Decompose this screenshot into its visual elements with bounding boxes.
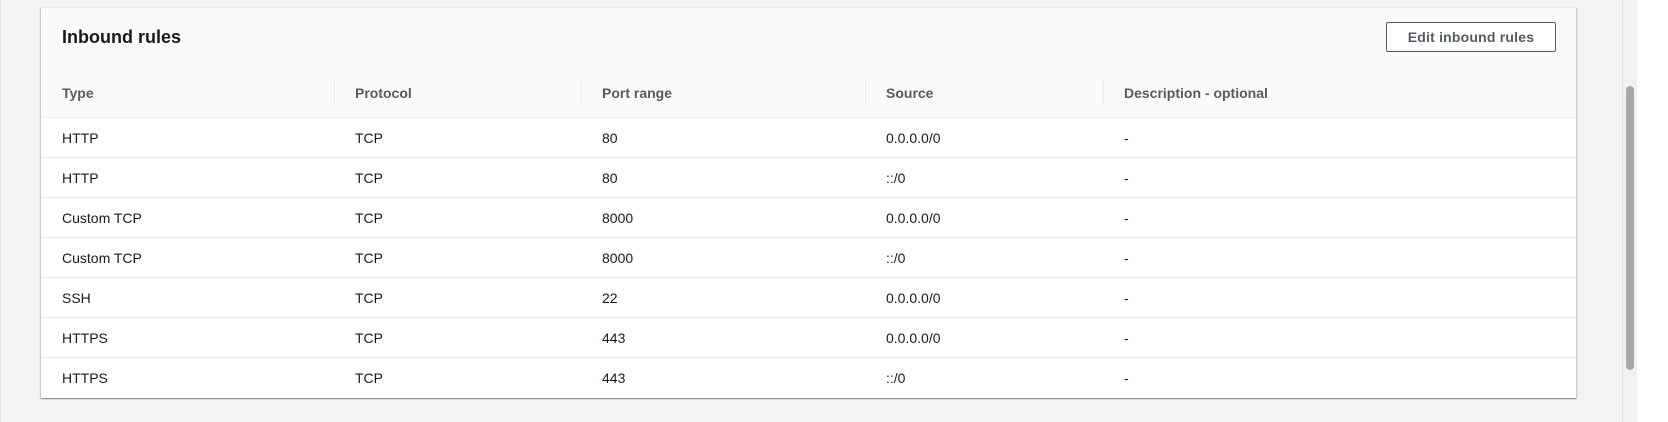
- vertical-scrollbar[interactable]: [1622, 0, 1638, 422]
- cell-source: ::/0: [886, 169, 906, 186]
- cell-type: HTTP: [62, 129, 99, 146]
- cell-protocol: TCP: [355, 369, 383, 386]
- scrollbar-thumb[interactable]: [1626, 86, 1634, 370]
- inbound-rules-panel: Inbound rules Edit inbound rules Type Pr…: [41, 7, 1576, 398]
- cell-type: Custom TCP: [62, 209, 142, 226]
- cell-port-range: 443: [602, 329, 626, 346]
- column-header-port-range[interactable]: Port range: [602, 68, 672, 117]
- panel-header: Inbound rules Edit inbound rules: [41, 8, 1576, 69]
- table-row: HTTP TCP 80 0.0.0.0/0 -: [41, 118, 1576, 158]
- cell-description: -: [1124, 129, 1129, 146]
- table-row: HTTP TCP 80 ::/0 -: [41, 158, 1576, 198]
- table-header: Type Protocol Port range Source Descript…: [41, 68, 1576, 118]
- cell-description: -: [1124, 249, 1129, 266]
- column-header-source[interactable]: Source: [886, 68, 933, 117]
- cell-port-range: 80: [602, 129, 618, 146]
- cell-description: -: [1124, 289, 1129, 306]
- cell-source: 0.0.0.0/0: [886, 129, 941, 146]
- cell-source: 0.0.0.0/0: [886, 329, 941, 346]
- cell-description: -: [1124, 169, 1129, 186]
- window-edge: [1637, 0, 1668, 422]
- column-header-type[interactable]: Type: [62, 68, 94, 117]
- inbound-rules-table: Type Protocol Port range Source Descript…: [41, 68, 1576, 397]
- cell-protocol: TCP: [355, 289, 383, 306]
- column-header-description[interactable]: Description - optional: [1124, 68, 1268, 117]
- cell-type: HTTP: [62, 169, 99, 186]
- cell-protocol: TCP: [355, 329, 383, 346]
- cell-source: ::/0: [886, 249, 906, 266]
- cell-port-range: 443: [602, 369, 626, 386]
- table-row: Custom TCP TCP 8000 ::/0 -: [41, 238, 1576, 278]
- panel-title: Inbound rules: [62, 27, 181, 47]
- cell-port-range: 22: [602, 289, 618, 306]
- cell-type: HTTPS: [62, 329, 108, 346]
- cell-type: HTTPS: [62, 369, 108, 386]
- column-header-protocol[interactable]: Protocol: [355, 68, 412, 117]
- cell-protocol: TCP: [355, 169, 383, 186]
- cell-type: Custom TCP: [62, 249, 142, 266]
- cell-description: -: [1124, 369, 1129, 386]
- table-body: HTTP TCP 80 0.0.0.0/0 - HTTP TCP 80 ::/0…: [41, 118, 1576, 397]
- page: Inbound rules Edit inbound rules Type Pr…: [0, 0, 1668, 422]
- cell-protocol: TCP: [355, 129, 383, 146]
- cell-port-range: 8000: [602, 209, 634, 226]
- edit-inbound-rules-button[interactable]: Edit inbound rules: [1386, 22, 1556, 52]
- column-resizer[interactable]: [865, 80, 866, 104]
- table-row: SSH TCP 22 0.0.0.0/0 -: [41, 278, 1576, 318]
- table-row: Custom TCP TCP 8000 0.0.0.0/0 -: [41, 198, 1576, 238]
- column-resizer[interactable]: [581, 80, 582, 104]
- cell-source: 0.0.0.0/0: [886, 209, 941, 226]
- cell-port-range: 8000: [602, 249, 634, 266]
- cell-description: -: [1124, 329, 1129, 346]
- table-row: HTTPS TCP 443 ::/0 -: [41, 358, 1576, 397]
- cell-source: ::/0: [886, 369, 906, 386]
- cell-protocol: TCP: [355, 209, 383, 226]
- column-resizer[interactable]: [1103, 80, 1104, 104]
- cell-protocol: TCP: [355, 249, 383, 266]
- cell-source: 0.0.0.0/0: [886, 289, 941, 306]
- cell-description: -: [1124, 209, 1129, 226]
- column-resizer[interactable]: [334, 80, 335, 104]
- cell-port-range: 80: [602, 169, 618, 186]
- cell-type: SSH: [62, 289, 91, 306]
- table-row: HTTPS TCP 443 0.0.0.0/0 -: [41, 318, 1576, 358]
